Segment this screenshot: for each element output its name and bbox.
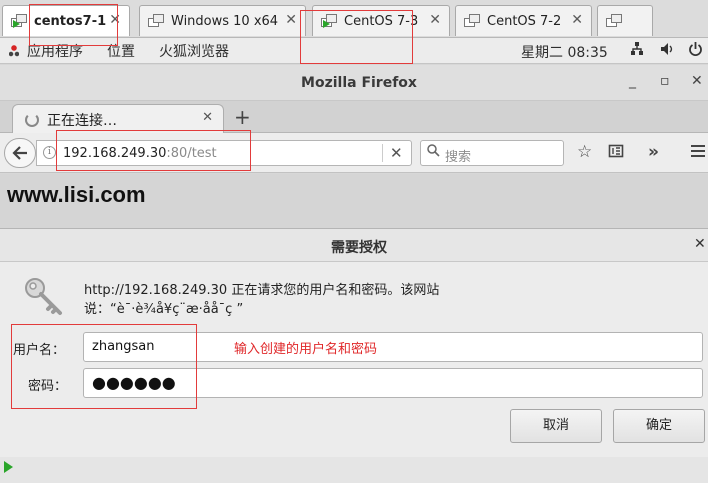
cancel-button[interactable]: 取消 (510, 409, 602, 443)
dialog-header: 需要授权 ✕ (0, 229, 708, 262)
search-bar[interactable]: 搜索 (420, 140, 564, 166)
vm-running-icon (11, 13, 28, 29)
page-heading: www.lisi.com (7, 182, 146, 207)
window-title: Mozilla Firefox (301, 75, 417, 91)
page-content: www.lisi.com (0, 174, 708, 228)
minimize-icon[interactable]: _ (629, 73, 636, 89)
browser-tab-label: 正在连接… (47, 112, 117, 129)
clock[interactable]: 星期二 08:35 (521, 42, 608, 62)
close-icon[interactable]: ✕ (202, 110, 213, 125)
dialog-message: http://192.168.249.30 正在请求您的用户名和密码。该网站 说… (84, 281, 504, 319)
close-icon[interactable]: ✕ (390, 144, 403, 162)
password-label: 密码： (28, 379, 68, 394)
dialog-message-line1: http://192.168.249.30 正在请求您的用户名和密码。该网站 (84, 283, 440, 298)
password-value: ●●●●●● (92, 373, 176, 392)
bookmark-star-icon[interactable]: ☆ (577, 142, 592, 162)
vm-tab-windows10[interactable]: Windows 10 x64 ✕ (139, 5, 306, 36)
key-icon (25, 278, 62, 315)
vm-running-icon (321, 13, 338, 29)
url-text[interactable]: 192.168.249.30:80/test (63, 146, 217, 161)
screen: centos7-1 ✕ Windows 10 x64 ✕ CentOS 7-3 … (0, 0, 708, 483)
vm-tab-label: CentOS 7-3 (344, 13, 419, 29)
browser-tab[interactable]: 正在连接… ✕ (12, 104, 224, 134)
dialog-message-line2: 说：“è¯·è¾å¥ç¨æ·åå¯ç ” (84, 302, 244, 317)
firefox-app-menu[interactable]: 火狐浏览器 (159, 41, 229, 61)
vm-tab-centos7-2[interactable]: CentOS 7-2 ✕ (455, 5, 592, 36)
vm-running-icon (4, 461, 13, 473)
vm-tab-label: Windows 10 x64 (171, 13, 279, 29)
password-field[interactable]: ●●●●●● (83, 368, 703, 398)
url-host: 192.168.249.30 (63, 146, 167, 161)
search-icon (427, 144, 440, 161)
auth-dialog: 需要授权 ✕ http://192.168.249.30 正在请求您的用户名和密… (0, 228, 708, 483)
close-icon[interactable]: ✕ (571, 12, 583, 28)
close-icon[interactable]: ✕ (429, 12, 441, 28)
ok-button[interactable]: 确定 (613, 409, 705, 443)
vm-tab-label: centos7-1 (34, 13, 107, 29)
vm-icon (464, 13, 481, 29)
vm-status-strip (0, 457, 708, 483)
vm-tab-more[interactable] (597, 5, 653, 36)
maximize-icon[interactable]: ▫ (660, 73, 670, 89)
close-icon[interactable]: ✕ (285, 12, 297, 28)
loading-spinner-icon (25, 112, 39, 127)
back-arrow-icon (12, 146, 27, 160)
network-icon[interactable] (630, 41, 644, 61)
username-value: zhangsan (92, 339, 155, 354)
url-separator (382, 144, 383, 162)
search-placeholder: 搜索 (445, 150, 472, 165)
library-icon[interactable] (608, 143, 624, 164)
new-tab-icon[interactable]: + (234, 105, 251, 129)
back-button[interactable] (4, 138, 36, 168)
username-label: 用户名： (13, 343, 66, 358)
hamburger-menu-icon[interactable] (690, 143, 706, 163)
navigation-toolbar: i 192.168.249.30:80/test ✕ 搜索 ☆ » (0, 133, 708, 173)
vm-tab-label: CentOS 7-2 (487, 13, 562, 29)
close-icon[interactable]: ✕ (691, 73, 703, 89)
apps-icon (8, 44, 20, 57)
close-icon[interactable]: ✕ (694, 236, 706, 252)
firefox-titlebar: Mozilla Firefox _ ▫ ✕ (0, 65, 708, 101)
applications-menu-label: 应用程序 (27, 43, 83, 60)
url-bar[interactable]: i 192.168.249.30:80/test ✕ (36, 140, 412, 166)
applications-menu[interactable]: 应用程序 (8, 41, 83, 61)
vm-tab-strip: centos7-1 ✕ Windows 10 x64 ✕ CentOS 7-3 … (0, 0, 708, 38)
browser-tab-strip: 正在连接… ✕ + (0, 101, 708, 134)
close-icon[interactable]: ✕ (109, 12, 121, 28)
dialog-title: 需要授权 (331, 240, 387, 256)
vm-tab-centos7-1[interactable]: centos7-1 ✕ (2, 5, 130, 36)
overflow-chevron-icon[interactable]: » (648, 142, 659, 162)
volume-icon[interactable] (659, 41, 675, 61)
info-icon[interactable]: i (43, 146, 56, 159)
url-path: :80/test (166, 146, 217, 161)
vm-icon (606, 13, 623, 29)
username-field[interactable]: zhangsan (83, 332, 703, 362)
vm-tab-centos7-3[interactable]: CentOS 7-3 ✕ (312, 5, 450, 36)
vm-icon (148, 13, 165, 29)
power-icon[interactable] (688, 41, 703, 61)
annotation-text: 输入创建的用户名和密码 (234, 342, 378, 357)
places-menu[interactable]: 位置 (107, 41, 135, 61)
gnome-top-panel: 应用程序 位置 火狐浏览器 星期二 08:35 (0, 38, 708, 64)
